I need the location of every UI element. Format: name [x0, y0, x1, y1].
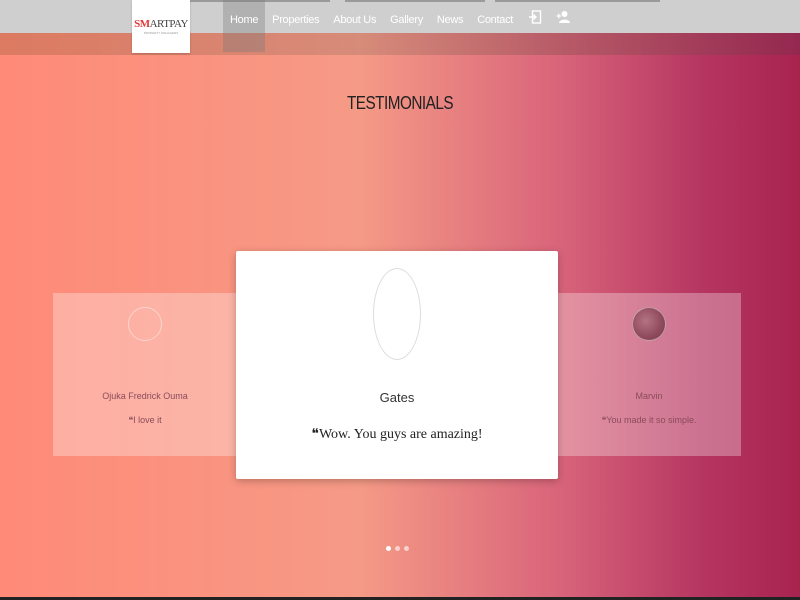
- testimonial-name: Gates: [379, 390, 415, 405]
- testimonial-card[interactable]: Marvin ❝You made it so simple.: [557, 293, 741, 456]
- testimonial-quote: ❝Wow. You guys are amazing!: [311, 427, 483, 442]
- testimonial-name: Ojuka Fredrick Ouma: [102, 391, 188, 401]
- globe-avatar: [632, 307, 666, 341]
- testimonial-name: Marvin: [635, 391, 663, 401]
- avatar: [128, 307, 162, 341]
- testimonial-card[interactable]: Ojuka Fredrick Ouma ❝I love it: [53, 293, 237, 456]
- carousel-dot[interactable]: [386, 546, 391, 551]
- nav-home[interactable]: Home: [223, 0, 266, 52]
- add-user-icon[interactable]: [556, 10, 571, 24]
- testimonial-card-active[interactable]: Gates ❝Wow. You guys are amazing!: [236, 251, 558, 479]
- logo-tagline: PROPERTY MANAGERS: [143, 31, 179, 35]
- nav-properties[interactable]: Properties: [265, 0, 326, 44]
- login-icon[interactable]: [528, 10, 542, 24]
- carousel-dot[interactable]: [404, 546, 409, 551]
- logo-wordmark: SMARTPAY: [134, 18, 188, 30]
- testimonial-quote: ❝You made it so simple.: [601, 415, 697, 425]
- nav-contact[interactable]: Contact: [470, 0, 520, 44]
- nav-about-us[interactable]: About Us: [326, 0, 383, 44]
- testimonial-quote: ❝I love it: [128, 415, 162, 425]
- avatar: [373, 268, 421, 360]
- site-logo[interactable]: SMARTPAY PROPERTY MANAGERS: [132, 0, 190, 53]
- nav-gallery[interactable]: Gallery: [383, 0, 430, 44]
- nav-news[interactable]: News: [430, 0, 470, 44]
- quote-mark-icon: ❝: [311, 427, 319, 442]
- carousel-indicators: [386, 546, 409, 551]
- section-title: TESTIMONIALS: [346, 93, 454, 113]
- carousel-dot[interactable]: [395, 546, 400, 551]
- main-nav: Home Properties About Us Gallery News Co…: [223, 0, 576, 52]
